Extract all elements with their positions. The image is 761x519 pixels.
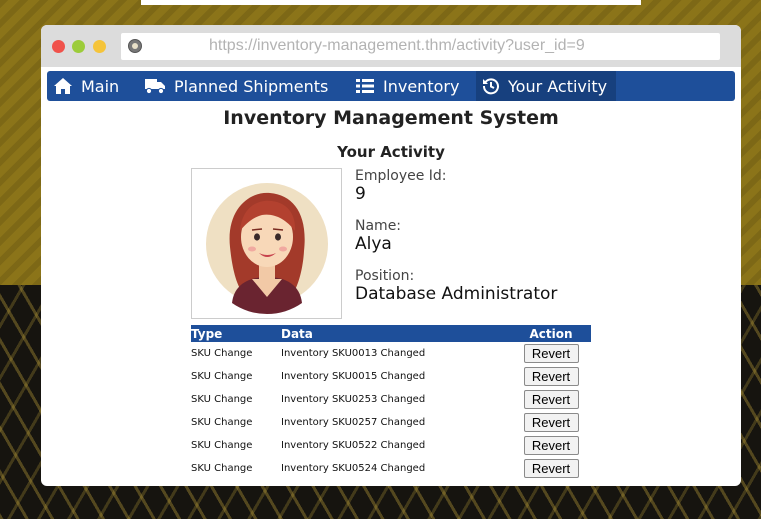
truck-icon: [145, 79, 165, 95]
cell-type: SKU Change: [191, 463, 253, 474]
nav-item-inventory[interactable]: Inventory: [355, 71, 470, 101]
employee-id-block: Employee Id: 9: [355, 168, 447, 204]
table-row: SKU Change Inventory SKU0015 Changed Rev…: [191, 365, 591, 388]
cell-action: Revert: [511, 411, 591, 434]
employee-position-value: Database Administrator: [355, 284, 558, 304]
cell-data: Inventory SKU0015 Changed: [281, 371, 426, 382]
activity-table: Type Data Action SKU Change Inventory SK…: [191, 325, 591, 480]
home-icon: [54, 78, 72, 94]
page-title: Inventory Management System: [223, 107, 559, 129]
revert-button[interactable]: Revert: [523, 436, 579, 455]
url-text[interactable]: https://inventory-management.thm/activit…: [209, 37, 585, 55]
table-row: SKU Change Inventory SKU0013 Changed Rev…: [191, 342, 591, 365]
cell-type: SKU Change: [191, 348, 253, 359]
history-icon: [482, 78, 499, 95]
cell-type: SKU Change: [191, 371, 253, 382]
revert-button[interactable]: Revert: [523, 390, 579, 409]
table-row: SKU Change Inventory SKU0522 Changed Rev…: [191, 434, 591, 457]
column-header-type: Type: [191, 325, 281, 342]
close-window-dot[interactable]: [52, 40, 65, 53]
nav-label-main: Main: [81, 76, 120, 96]
revert-button[interactable]: Revert: [523, 344, 579, 363]
cell-data: Inventory SKU0253 Changed: [281, 394, 426, 405]
revert-button[interactable]: Revert: [523, 413, 579, 432]
employee-id-label: Employee Id:: [355, 168, 447, 184]
minimize-window-dot[interactable]: [93, 40, 106, 53]
nav-item-main[interactable]: Main: [53, 71, 133, 101]
table-header-row: Type Data Action: [191, 325, 591, 342]
compass-icon: [128, 39, 142, 53]
cell-action: Revert: [511, 434, 591, 457]
nav-label-planned-shipments: Planned Shipments: [174, 76, 329, 96]
nav-item-your-activity[interactable]: Your Activity: [476, 71, 616, 101]
cell-data: Inventory SKU0013 Changed: [281, 348, 426, 359]
employee-name-value: Alya: [355, 234, 392, 254]
page-subtitle: Your Activity: [337, 143, 445, 161]
table-row: SKU Change Inventory SKU0253 Changed Rev…: [191, 388, 591, 411]
main-nav: Main Planned Shipments Inventory Your Ac…: [47, 71, 735, 101]
employee-position-block: Position: Database Administrator: [355, 268, 557, 304]
cell-type: SKU Change: [191, 417, 253, 428]
nav-label-inventory: Inventory: [383, 76, 460, 96]
cell-type: SKU Change: [191, 394, 253, 405]
cell-data: Inventory SKU0522 Changed: [281, 440, 426, 451]
nav-item-planned-shipments[interactable]: Planned Shipments: [144, 71, 339, 101]
cell-action: Revert: [511, 342, 591, 365]
column-header-data: Data: [281, 325, 511, 342]
employee-id-value: 9: [355, 184, 366, 204]
cell-action: Revert: [511, 457, 591, 480]
table-row: SKU Change Inventory SKU0524 Changed Rev…: [191, 457, 591, 480]
top-strip: [141, 0, 641, 5]
employee-position-label: Position:: [355, 268, 415, 284]
cell-type: SKU Change: [191, 440, 253, 451]
column-header-action: Action: [511, 325, 591, 342]
browser-titlebar: https://inventory-management.thm/activit…: [41, 25, 741, 67]
avatar: [191, 168, 342, 319]
list-icon: [356, 79, 374, 93]
maximize-window-dot[interactable]: [72, 40, 85, 53]
address-bar[interactable]: https://inventory-management.thm/activit…: [121, 33, 720, 60]
revert-button[interactable]: Revert: [523, 367, 579, 386]
browser-window: https://inventory-management.thm/activit…: [41, 25, 741, 486]
cell-action: Revert: [511, 365, 591, 388]
cell-data: Inventory SKU0257 Changed: [281, 417, 426, 428]
table-row: SKU Change Inventory SKU0257 Changed Rev…: [191, 411, 591, 434]
revert-button[interactable]: Revert: [523, 459, 579, 478]
avatar-image: [206, 183, 328, 315]
employee-name-block: Name: Alya: [355, 218, 401, 254]
nav-label-your-activity: Your Activity: [508, 76, 608, 96]
employee-name-label: Name:: [355, 218, 402, 234]
cell-action: Revert: [511, 388, 591, 411]
cell-data: Inventory SKU0524 Changed: [281, 463, 426, 474]
